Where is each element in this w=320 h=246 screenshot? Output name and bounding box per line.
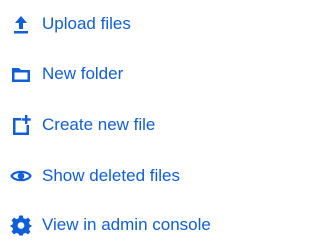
menu-item-label: Create new file	[42, 115, 156, 134]
new-file-icon	[10, 114, 32, 136]
gear-icon	[10, 214, 32, 236]
upload-icon	[10, 13, 32, 35]
folder-icon	[10, 63, 32, 85]
eye-icon	[10, 165, 32, 187]
menu-item-label: Upload files	[42, 14, 131, 33]
actions-menu: Upload files New folder Create new file	[0, 0, 269, 246]
menu-item-upload-files[interactable]: Upload files	[0, 3, 269, 43]
menu-item-label: New folder	[42, 64, 124, 83]
menu-item-label: View in admin console	[42, 215, 211, 234]
menu-item-label: Show deleted files	[42, 166, 180, 185]
menu-item-new-folder[interactable]: New folder	[0, 53, 269, 93]
menu-item-view-in-admin-console[interactable]: View in admin console	[0, 204, 269, 244]
menu-item-show-deleted-files[interactable]: Show deleted files	[0, 155, 269, 195]
menu-item-create-new-file[interactable]: Create new file	[0, 104, 269, 144]
